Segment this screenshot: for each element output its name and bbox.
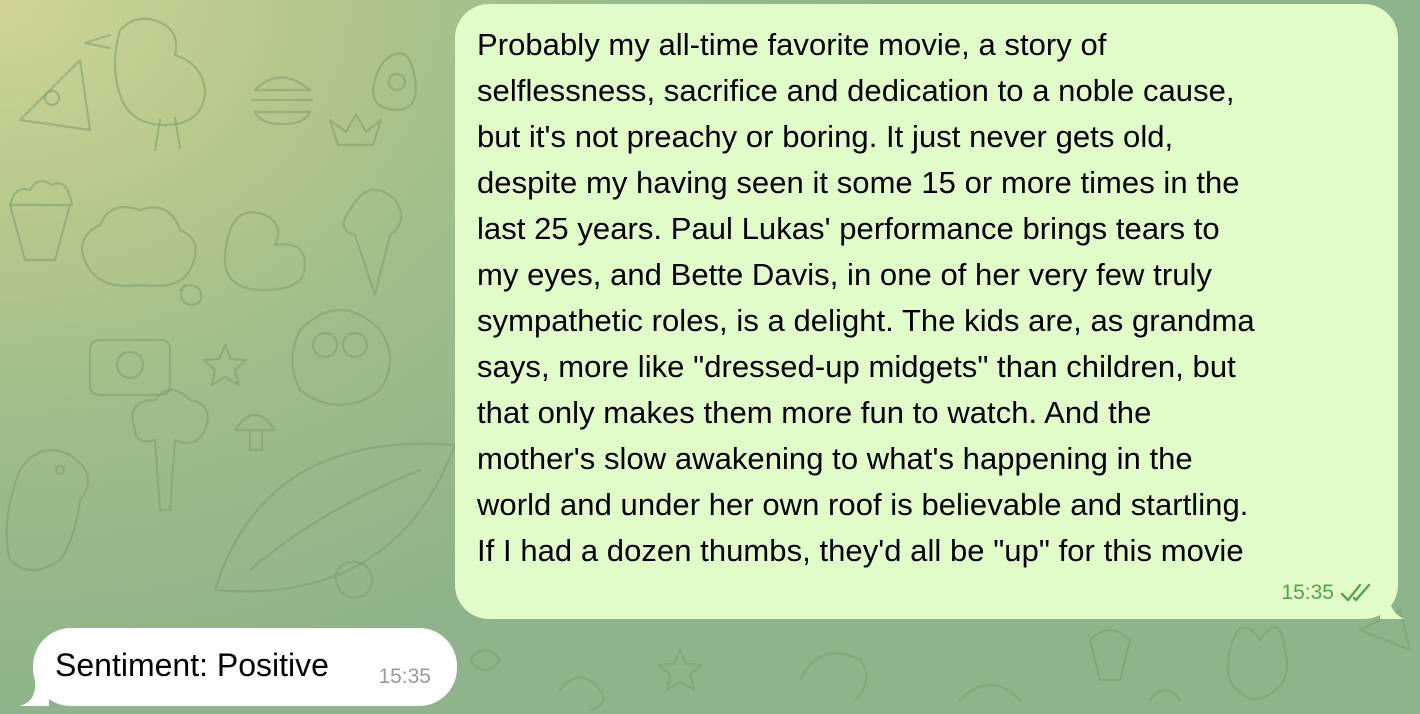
message-line: my eyes, and Bette Davis, in one of her … [477, 257, 1212, 292]
message-line: that only makes them more fun to watch. … [477, 395, 1152, 430]
message-line: mother's slow awakening to what's happen… [477, 441, 1193, 476]
message-line: Probably my all-time favorite movie, a s… [477, 27, 1107, 62]
outgoing-message-bubble[interactable]: Probably my all-time favorite movie, a s… [455, 4, 1404, 619]
incoming-bubble-tail [19, 680, 49, 706]
message-line: world and under her own roof is believab… [477, 487, 1249, 522]
message-line: last 25 years. Paul Lukas' performance b… [477, 211, 1220, 246]
message-line: but it's not preachy or boring. It just … [477, 119, 1174, 154]
message-line: If I had a dozen thumbs, they'd all be "… [477, 533, 1244, 568]
incoming-message-text: Sentiment: Positive [55, 647, 329, 683]
outgoing-message-text: Probably my all-time favorite movie, a s… [477, 22, 1374, 574]
double-check-icon [1340, 583, 1371, 602]
outgoing-bubble-tail [1380, 593, 1404, 619]
message-line: selflessness, sacrifice and dedication t… [477, 73, 1235, 108]
message-line: despite my having seen it some 15 or mor… [477, 165, 1240, 200]
message-line: says, more like "dressed-up midgets" tha… [477, 349, 1236, 384]
incoming-message-bubble[interactable]: Sentiment: Positive 15:35 [19, 628, 457, 706]
outgoing-message-meta: 15:35 [1281, 581, 1372, 605]
incoming-message-time: 15:35 [378, 665, 431, 688]
outgoing-message-time: 15:35 [1281, 581, 1334, 604]
message-line: sympathetic roles, is a delight. The kid… [477, 303, 1255, 338]
